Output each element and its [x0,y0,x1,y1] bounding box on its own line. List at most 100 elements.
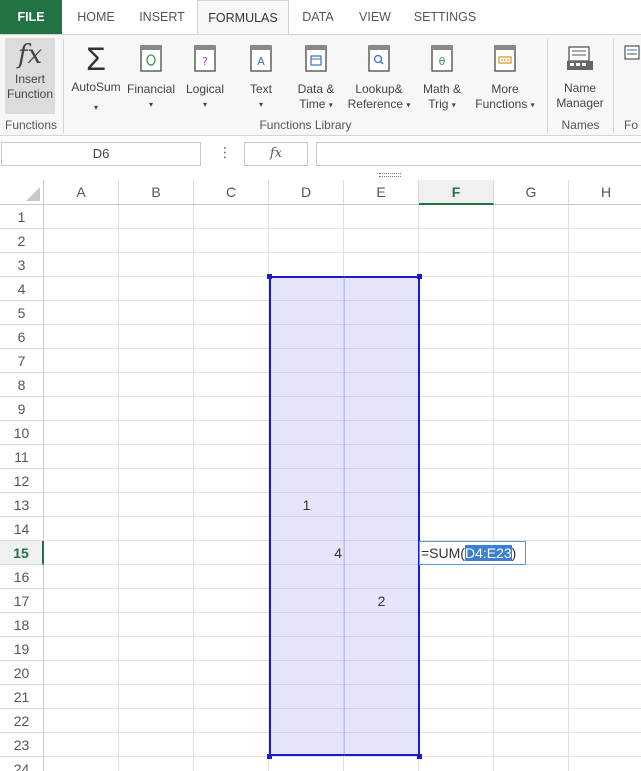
chevron-down-icon: ▾ [202,100,207,109]
date-time-label-2: Time [299,97,326,111]
column-header[interactable]: D [269,180,344,205]
tab-view[interactable]: VIEW [348,0,402,34]
row-header[interactable]: 19 [0,637,44,661]
cell-d13[interactable]: 1 [269,493,344,517]
more-options-icon[interactable]: ⋮ [218,144,232,161]
logical-button[interactable]: ? Logical ▾ [181,43,229,112]
row-header[interactable]: 13 [0,493,44,517]
autosum-label: AutoSum [71,80,121,94]
spreadsheet-grid: A B C D E F G H 1 2 3 4 5 6 7 8 9 10 11 12 13 14 15 16 17 18 19 20 2… [0,180,641,771]
column-header[interactable]: F [419,180,494,205]
name-manager-label-2: Manager [556,96,604,110]
row-header[interactable]: 9 [0,397,44,421]
insert-function-button[interactable]: fx Insert Function [5,38,55,114]
row-header[interactable]: 11 [0,445,44,469]
logical-book-icon: ? [194,45,216,72]
row-header[interactable]: 17 [0,589,44,613]
row-header[interactable]: 12 [0,469,44,493]
group-label-functions: Functions [4,118,58,132]
cell-d15[interactable]: 4 [269,541,342,565]
formula-auditing-icon[interactable] [624,45,641,61]
financial-book-icon [140,45,162,72]
more-functions-button[interactable]: More Functions ▾ [472,43,538,112]
row-header[interactable]: 3 [0,253,44,277]
chevron-down-icon: ▾ [148,100,153,109]
tab-home[interactable]: HOME [65,0,127,34]
chevron-down-icon: ▾ [258,100,263,109]
cell-e17[interactable]: 2 [344,589,419,613]
math-label-1: Math & [422,82,461,96]
row-header[interactable]: 23 [0,733,44,757]
insert-function-fx-button[interactable]: fx [244,142,308,166]
column-gridline [568,205,569,771]
math-trig-button[interactable]: θ Math & Trig ▾ [417,43,467,112]
autosum-button[interactable]: Σ AutoSum ▾ [68,38,124,116]
formula-suffix: ) [511,545,517,561]
selection-resize-handle[interactable] [417,754,422,759]
column-header[interactable]: A [44,180,119,205]
selection-resize-handle[interactable] [417,274,422,279]
tab-file[interactable]: FILE [0,0,62,34]
row-header[interactable]: 1 [0,205,44,229]
select-all-corner[interactable] [0,180,44,205]
tab-settings[interactable]: SETTINGS [406,0,484,34]
column-gridline [118,205,119,771]
tab-formulas[interactable]: FORMULAS [197,0,289,35]
row-header[interactable]: 20 [0,661,44,685]
row-header[interactable]: 2 [0,229,44,253]
row-header[interactable]: 8 [0,373,44,397]
row-header[interactable]: 6 [0,325,44,349]
column-header[interactable]: B [119,180,194,205]
ribbon-tabs: FILE HOME INSERT FORMULAS DATA VIEW SETT… [0,0,641,35]
tab-data[interactable]: DATA [292,0,344,34]
financial-label: Financial [126,82,176,96]
row-gridline [44,756,641,757]
date-time-button[interactable]: Data & Time ▾ [291,43,341,112]
text-button[interactable]: A Text ▾ [238,43,284,112]
selection-column-divider [344,276,345,756]
row-header[interactable]: 16 [0,565,44,589]
row-header[interactable]: 22 [0,709,44,733]
column-header[interactable]: C [194,180,269,205]
row-gridline [44,228,641,229]
ribbon: fx Insert Function Functions Σ AutoSum ▾… [0,34,641,136]
row-header[interactable]: 4 [0,277,44,301]
formula-bar-resize-handle[interactable] [379,173,401,177]
column-gridline [193,205,194,771]
svg-text:θ: θ [439,55,446,68]
row-header[interactable]: 7 [0,349,44,373]
lookup-reference-button[interactable]: Lookup& Reference ▾ [346,43,412,112]
name-manager-icon [567,46,593,70]
more-label-1: More [491,82,519,96]
math-book-icon: θ [431,45,453,72]
svg-text:?: ? [202,55,208,68]
column-header[interactable]: E [344,180,419,205]
date-time-label-1: Data & [297,82,335,96]
row-header[interactable]: 10 [0,421,44,445]
row-header[interactable]: 21 [0,685,44,709]
chevron-down-icon: ▾ [328,100,333,110]
row-header[interactable]: 24 [0,757,44,771]
cell-editor-f15[interactable]: =SUM(D4:E23) [419,541,526,565]
row-gridline [44,252,641,253]
name-manager-button[interactable]: Name Manager [552,43,608,111]
lookup-label-2: Reference [347,97,403,111]
row-header[interactable]: 18 [0,613,44,637]
column-header[interactable]: H [569,180,641,205]
tab-insert[interactable]: INSERT [130,0,194,34]
column-header[interactable]: G [494,180,569,205]
row-header[interactable]: 15 [0,541,44,565]
row-header[interactable]: 5 [0,301,44,325]
column-gridline [493,205,494,771]
formula-range-highlight: D4:E23 [464,545,512,561]
formula-bar: D6 ⋮ fx [0,136,641,172]
formula-input[interactable] [316,142,641,166]
name-box[interactable]: D6 [1,142,201,166]
logical-label: Logical [185,82,225,96]
row-header[interactable]: 14 [0,517,44,541]
selection-resize-handle[interactable] [267,754,272,759]
chevron-down-icon: ▾ [406,100,411,110]
lookup-book-icon [368,45,390,72]
financial-button[interactable]: Financial ▾ [126,43,176,112]
selection-resize-handle[interactable] [267,274,272,279]
